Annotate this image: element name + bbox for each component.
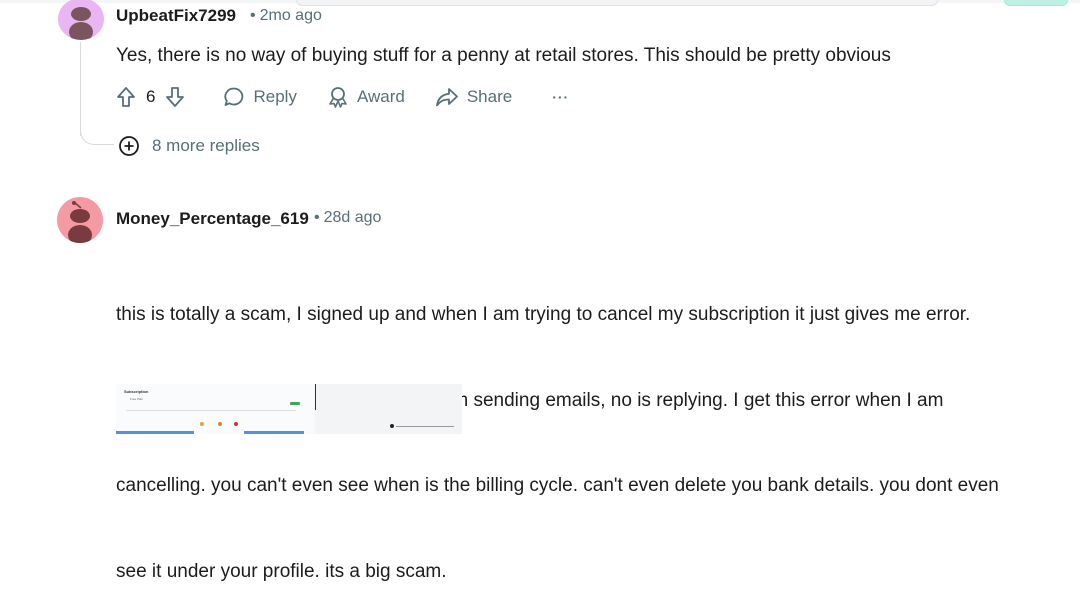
more-options-button[interactable]: ··· [552,89,569,105]
comment-timestamp: • 28d ago [308,209,381,227]
thumbnail-blue-bar [116,431,194,434]
thumbnail-error-text [396,426,454,427]
meta-separator: • [314,209,320,226]
reply-button[interactable]: Reply [223,86,297,108]
award-label: Award [356,87,405,106]
comment-author[interactable]: UpbeatFix7299 [116,6,236,26]
comment-body-line: see it under your profile. its a big sca… [116,560,447,582]
thumbnail-heading: Subscription [124,389,149,394]
comment-age: 2mo ago [259,7,322,24]
thumbnail-blue-bar [244,431,304,434]
top-action-button-edge[interactable] [1004,0,1068,6]
comment-bubble-icon [224,87,244,106]
thumbnail-panel-right [316,384,462,434]
thread-connector [80,126,114,145]
award-button[interactable]: Award [327,86,405,108]
thumbnail-panel-left: Subscription Free Plan [116,384,314,434]
reply-label: Reply [253,87,297,106]
comment-body-line: this is totally a scam, I signed up and … [116,304,971,325]
thread-line[interactable] [80,42,81,136]
share-button[interactable]: Share [435,86,512,108]
downvote-icon[interactable] [165,86,185,108]
award-icon [329,87,347,108]
comment-age: 28d ago [323,209,382,226]
thumbnail-error-dot [390,424,394,428]
top-toolbar-edge [296,0,938,6]
upvote-icon[interactable] [116,86,136,108]
attached-screenshot-thumbnail[interactable]: Subscription Free Plan [116,384,462,434]
thumbnail-divider [126,410,296,411]
share-icon [435,88,458,107]
snoo-avatar-icon [68,201,92,243]
vote-count: 6 [146,87,156,106]
vote-group: 6 [116,86,185,108]
avatar[interactable] [58,0,104,40]
comment-actions: 6 Reply Award Share ··· [116,86,599,108]
thumbnail-plan-label: Free Plan [130,397,144,401]
comment-author[interactable]: Money_Percentage_619 [116,209,309,229]
comment-body-line: cancelling. you can't even see when is t… [116,475,999,496]
meta-separator: • [250,7,256,24]
thumbnail-green-button [290,402,300,405]
share-label: Share [466,87,513,106]
plus-circle-icon [119,136,139,156]
more-replies-label: 8 more replies [152,136,260,155]
more-replies-button[interactable]: 8 more replies [118,135,260,157]
more-options-icon: ··· [552,89,570,105]
snoo-avatar-icon [69,7,93,40]
top-strip [0,0,1080,6]
comment-body: Yes, there is no way of buying stuff for… [116,45,891,66]
avatar[interactable] [57,197,103,243]
comment-timestamp: • 2mo ago [244,7,322,25]
